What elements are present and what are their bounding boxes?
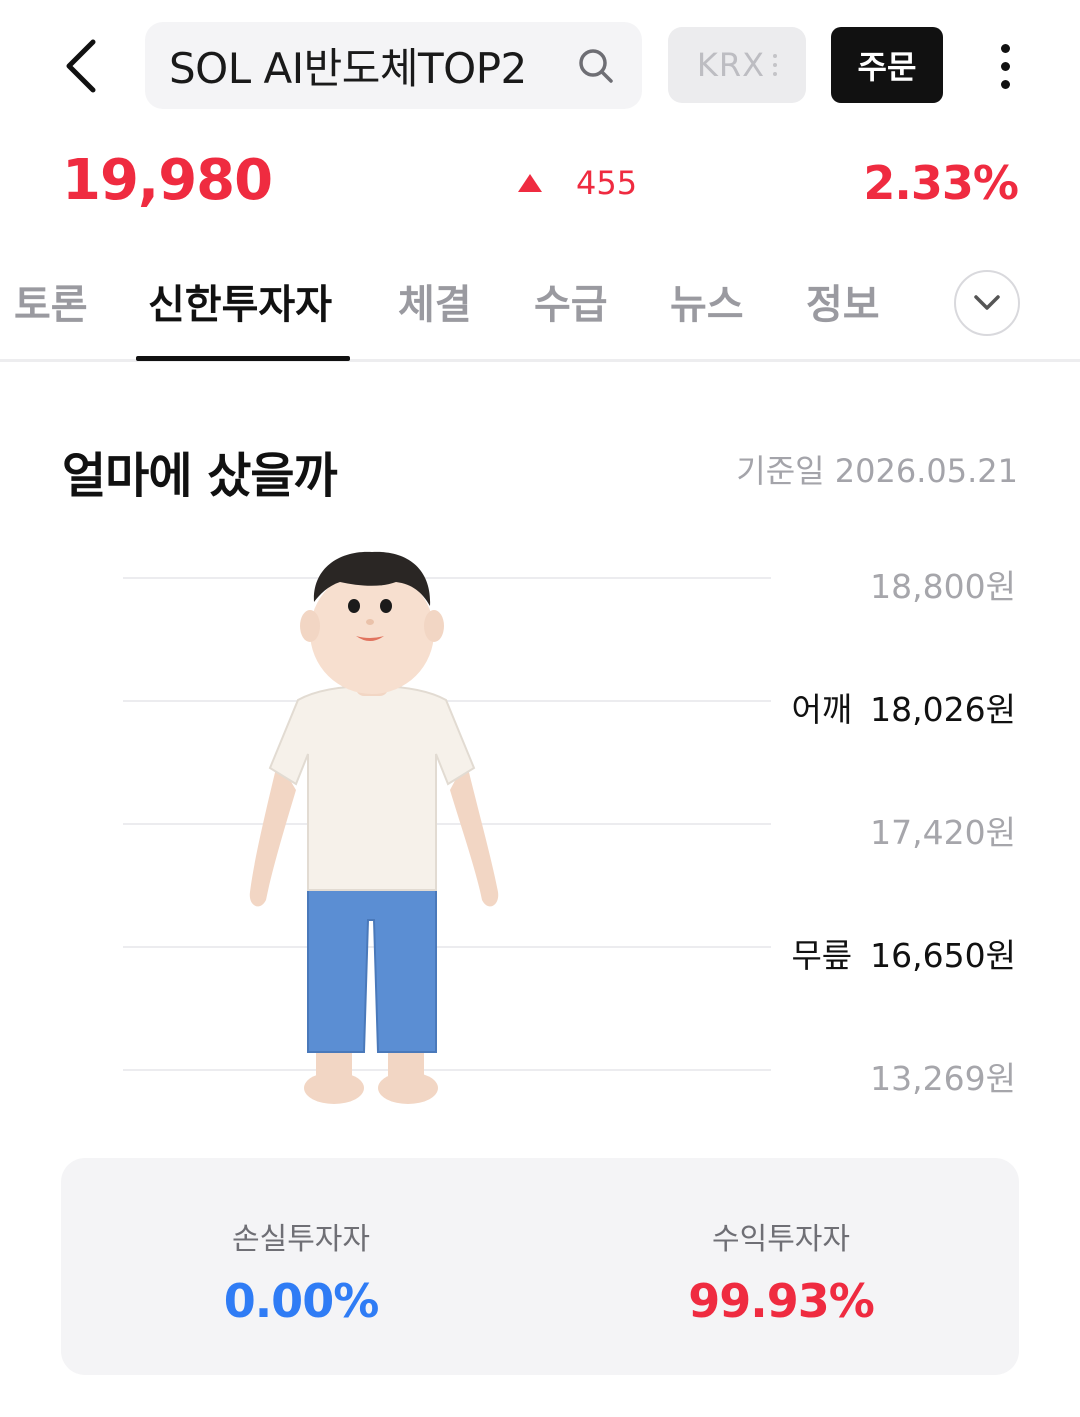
current-price: 19,980 xyxy=(62,148,273,213)
order-button[interactable]: 주문 xyxy=(831,27,943,103)
level-value: 17,420원 xyxy=(870,813,1016,852)
loss-investors-value: 0.00% xyxy=(223,1274,380,1328)
tab-trades[interactable]: 체결 xyxy=(398,272,472,330)
change-percent: 2.33% xyxy=(863,156,1019,210)
profit-investors: 수익투자자 99.93% xyxy=(631,1214,931,1328)
level-value: 18,800원 xyxy=(870,567,1016,606)
stock-search-field[interactable]: SOL AI반도체TOP2 xyxy=(145,22,642,109)
active-tab-indicator xyxy=(136,356,350,361)
loss-investors: 손실투자자 0.00% xyxy=(151,1214,451,1328)
tab-fade xyxy=(900,262,960,352)
level-label-bottom: 13,269원 xyxy=(870,1052,1016,1100)
level-tag: 어깨 xyxy=(791,690,853,729)
level-value: 18,026원 xyxy=(870,690,1016,729)
section-title: 얼마에 샀을까 xyxy=(62,448,338,504)
tab-discussion[interactable]: 토론 xyxy=(14,272,88,330)
base-date: 기준일 2026.05.21 xyxy=(736,452,1018,490)
up-triangle-icon xyxy=(518,174,542,192)
search-icon[interactable] xyxy=(576,46,616,86)
change-amount: 455 xyxy=(576,164,638,202)
tab-shinhan-investors[interactable]: 신한투자자 xyxy=(148,272,332,330)
exchange-label: KRX xyxy=(696,46,766,84)
level-label-knee: 무릎 16,650원 xyxy=(791,929,1016,977)
profit-investors-value: 99.93% xyxy=(688,1274,875,1328)
tab-bar: 토론 신한투자자 체결 수급 뉴스 정보 xyxy=(0,262,1080,362)
loss-investors-label: 손실투자자 xyxy=(232,1222,370,1257)
profit-investors-label: 수익투자자 xyxy=(712,1222,850,1257)
tab-expand-button[interactable] xyxy=(954,270,1020,336)
level-value: 16,650원 xyxy=(870,936,1016,975)
more-vertical-small-icon xyxy=(773,54,778,76)
price-change: 455 xyxy=(518,164,637,202)
back-arrow-icon xyxy=(66,39,96,93)
level-label-top: 18,800원 xyxy=(870,560,1016,608)
more-vertical-icon[interactable] xyxy=(982,36,1028,96)
chevron-down-icon xyxy=(974,295,1000,310)
top-bar: SOL AI반도체TOP2 KRX 주문 xyxy=(0,0,1080,130)
search-text: SOL AI반도체TOP2 xyxy=(169,44,527,93)
tab-info[interactable]: 정보 xyxy=(806,272,880,330)
tab-supply-demand[interactable]: 수급 xyxy=(534,272,608,330)
exchange-selector[interactable]: KRX xyxy=(668,27,806,103)
investor-character-illustration xyxy=(249,551,499,1104)
level-label-shoulder: 어깨 18,026원 xyxy=(791,683,1016,731)
level-value: 13,269원 xyxy=(870,1059,1016,1098)
level-label-mid: 17,420원 xyxy=(870,806,1016,854)
investor-summary-card: 손실투자자 0.00% 수익투자자 99.93% xyxy=(61,1158,1019,1375)
level-tag: 무릎 xyxy=(791,936,853,975)
back-button[interactable] xyxy=(52,36,108,96)
tab-news[interactable]: 뉴스 xyxy=(670,272,744,330)
